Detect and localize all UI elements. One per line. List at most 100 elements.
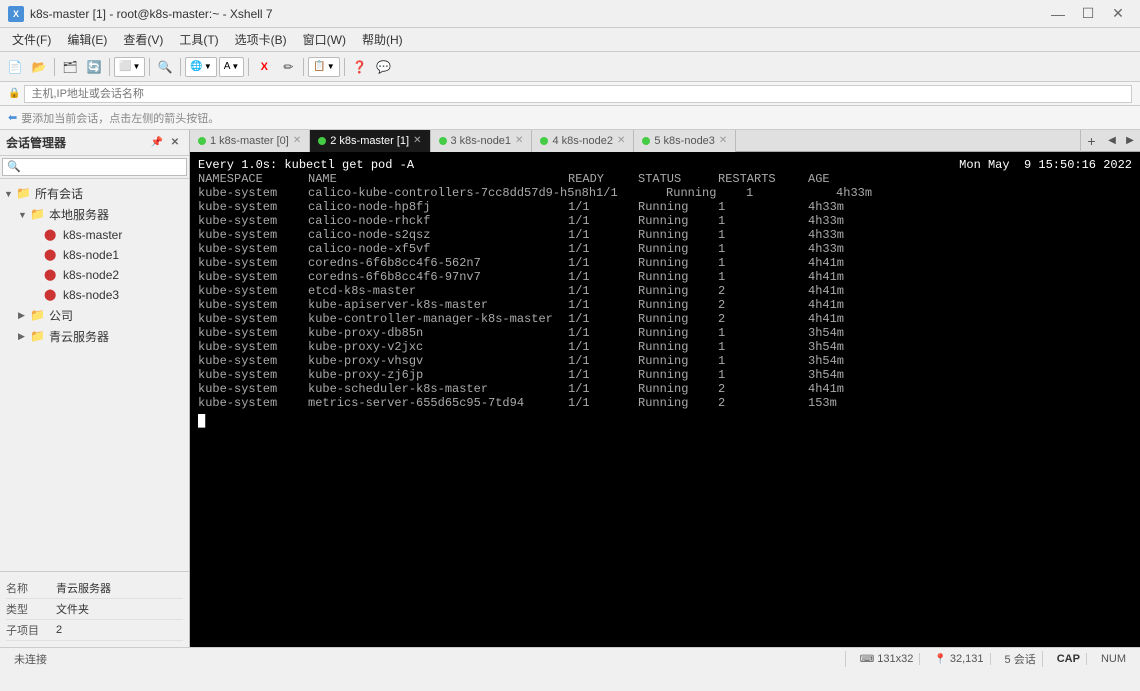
menu-item-选项卡B[interactable]: 选项卡(B) xyxy=(227,29,295,50)
address-bar: 🔒 xyxy=(0,82,1140,106)
minimize-button[interactable]: — xyxy=(1044,4,1072,24)
tree-item-label: k8s-master xyxy=(63,228,122,242)
terminal-row: kube-systemkube-apiserver-k8s-master1/1R… xyxy=(198,298,1132,312)
terminal-command: Every 1.0s: kubectl get pod -A xyxy=(198,158,414,172)
tab-status-dot xyxy=(318,137,326,145)
help-button[interactable]: ❓ xyxy=(349,56,371,78)
sidebar-item-k8s-node1[interactable]: ⬤k8s-node1 xyxy=(0,245,189,265)
tree-arrow: ▼ xyxy=(18,210,30,220)
folder-icon: 📁 xyxy=(16,186,32,202)
terminal[interactable]: Every 1.0s: kubectl get pod -AMon May 9 … xyxy=(190,152,1140,647)
font-dropdown[interactable]: A ▼ xyxy=(219,57,245,77)
sidebar-controls: 📌 ✕ xyxy=(149,135,183,151)
menu-item-查看V[interactable]: 查看(V) xyxy=(115,29,171,50)
terminal-row: kube-systemkube-proxy-vhsgv1/1Running13h… xyxy=(198,354,1132,368)
session-manager-button[interactable]: 🗂 xyxy=(59,56,81,78)
tab-2[interactable]: 2 k8s-master [1]✕ xyxy=(310,130,430,152)
title-bar-left: X k8s-master [1] - root@k8s-master:~ - X… xyxy=(8,6,273,22)
tab-label: 4 k8s-node2 xyxy=(552,135,613,147)
cursor-position: 📍 32,131 xyxy=(928,653,990,665)
toolbar-separator-3 xyxy=(149,58,150,76)
tab-5[interactable]: 5 k8s-node3 ✕ xyxy=(634,130,736,152)
sidebar-title: 会话管理器 xyxy=(6,134,66,151)
title-bar: X k8s-master [1] - root@k8s-master:~ - X… xyxy=(0,0,1140,28)
maximize-button[interactable]: ☐ xyxy=(1074,4,1102,24)
tab-3[interactable]: 3 k8s-node1✕ xyxy=(431,130,533,152)
more-dropdown[interactable]: 📋 ▼ xyxy=(308,57,339,77)
close-button[interactable]: ✕ xyxy=(1104,4,1132,24)
terminal-row: kube-systemkube-proxy-v2jxc1/1Running13h… xyxy=(198,340,1132,354)
encoding-dropdown[interactable]: 🌐 ▼ xyxy=(185,57,216,77)
prop-row-名称: 名称青云服务器 xyxy=(6,578,183,599)
search-button[interactable]: 🔍 xyxy=(154,56,176,78)
tree-arrow: ▶ xyxy=(18,331,30,342)
tab-close-button[interactable]: ✕ xyxy=(617,135,625,146)
tab-close-button[interactable]: ✕ xyxy=(515,135,523,146)
tab-status-dot xyxy=(642,137,650,145)
menu-item-窗口W[interactable]: 窗口(W) xyxy=(295,29,354,50)
sidebar: 会话管理器 📌 ✕ ▼📁所有会话▼📁本地服务器⬤k8s-master⬤k8s-n… xyxy=(0,130,190,647)
tab-status-dot xyxy=(540,137,548,145)
sidebar-close-button[interactable]: ✕ xyxy=(167,135,183,151)
terminal-row: kube-systemkube-proxy-db85n1/1Running13h… xyxy=(198,326,1132,340)
server-icon: ⬤ xyxy=(44,227,60,243)
tab-1[interactable]: 1 k8s-master [0]✕ xyxy=(190,130,310,152)
sidebar-item-本地服务器[interactable]: ▼📁本地服务器 xyxy=(0,204,189,225)
compose-button[interactable]: ✏ xyxy=(277,56,299,78)
sidebar-item-公司[interactable]: ▶📁公司 xyxy=(0,305,189,326)
session-bar: ⬅ 要添加当前会话，点击左侧的箭头按钮。 xyxy=(0,106,1140,130)
menu-bar: 文件(F)编辑(E)查看(V)工具(T)选项卡(B)窗口(W)帮助(H) xyxy=(0,28,1140,52)
prop-row-子项目: 子项目2 xyxy=(6,620,183,641)
session-hint: 要添加当前会话，点击左侧的箭头按钮。 xyxy=(21,110,219,126)
xftp-button[interactable]: X xyxy=(253,56,275,78)
tree-item-label: 本地服务器 xyxy=(49,206,109,223)
server-icon: ⬤ xyxy=(44,267,60,283)
terminal-row: kube-systemcalico-node-xf5vf1/1Running14… xyxy=(198,242,1132,256)
chat-button[interactable]: 💬 xyxy=(373,56,395,78)
prop-label: 子项目 xyxy=(6,622,56,638)
address-input[interactable] xyxy=(24,85,1132,103)
tab-close-button[interactable]: ✕ xyxy=(293,135,301,146)
prop-label: 名称 xyxy=(6,580,56,596)
menu-item-工具T[interactable]: 工具(T) xyxy=(171,29,226,50)
tree-arrow: ▼ xyxy=(4,189,16,199)
tab-next-button[interactable]: ▶ xyxy=(1122,132,1138,150)
lock-icon: 🔒 xyxy=(8,88,20,99)
tab-label: 5 k8s-node3 xyxy=(654,135,715,147)
terminal-row: kube-systemcalico-node-hp8fj1/1Running14… xyxy=(198,200,1132,214)
menu-item-帮助H[interactable]: 帮助(H) xyxy=(354,29,411,50)
menu-item-编辑E[interactable]: 编辑(E) xyxy=(59,29,115,50)
sidebar-item-k8s-master[interactable]: ⬤k8s-master xyxy=(0,225,189,245)
sidebar-item-k8s-node2[interactable]: ⬤k8s-node2 xyxy=(0,265,189,285)
open-button[interactable]: 📂 xyxy=(28,56,50,78)
terminal-header-row: NAMESPACENAMEREADYSTATUSRESTARTSAGE xyxy=(198,172,1132,186)
sidebar-item-青云服务器[interactable]: ▶📁青云服务器 xyxy=(0,326,189,347)
tab-close-button[interactable]: ✕ xyxy=(413,135,421,146)
sidebar-pin-button[interactable]: 📌 xyxy=(149,135,165,151)
new-session-button[interactable]: 📄 xyxy=(4,56,26,78)
tab-prev-button[interactable]: ◀ xyxy=(1104,132,1120,150)
terminal-cursor: █ xyxy=(198,414,1132,428)
tree-item-label: k8s-node1 xyxy=(63,248,119,262)
toolbar-separator-5 xyxy=(248,58,249,76)
tree-arrow: ▶ xyxy=(18,310,30,321)
menu-item-文件F[interactable]: 文件(F) xyxy=(4,29,59,50)
add-tab-button[interactable]: + xyxy=(1080,130,1102,152)
toolbar-separator-6 xyxy=(303,58,304,76)
server-icon: ⬤ xyxy=(44,247,60,263)
terminal-row: kube-systemcoredns-6f6b8cc4f6-562n71/1Ru… xyxy=(198,256,1132,270)
main-layout: 会话管理器 📌 ✕ ▼📁所有会话▼📁本地服务器⬤k8s-master⬤k8s-n… xyxy=(0,130,1140,647)
refresh-button[interactable]: 🔄 xyxy=(83,56,105,78)
terminal-row: kube-systemcalico-node-s2qsz1/1Running14… xyxy=(198,228,1132,242)
prop-label: 类型 xyxy=(6,601,56,617)
terminal-row: kube-systemetcd-k8s-master1/1Running24h4… xyxy=(198,284,1132,298)
tree-item-label: 所有会话 xyxy=(35,185,83,202)
toolbar: 📄 📂 🗂 🔄 ⬜ ▼ 🔍 🌐 ▼ A ▼ X ✏ 📋 ▼ ❓ 💬 xyxy=(0,52,1140,82)
layout-dropdown[interactable]: ⬜ ▼ xyxy=(114,57,145,77)
tab-close-button[interactable]: ✕ xyxy=(719,135,727,146)
tree-item-label: k8s-node3 xyxy=(63,288,119,302)
sidebar-item-k8s-node3[interactable]: ⬤k8s-node3 xyxy=(0,285,189,305)
sidebar-search[interactable] xyxy=(2,158,187,176)
sidebar-item-所有会话[interactable]: ▼📁所有会话 xyxy=(0,183,189,204)
tab-4[interactable]: 4 k8s-node2 ✕ xyxy=(532,130,634,152)
